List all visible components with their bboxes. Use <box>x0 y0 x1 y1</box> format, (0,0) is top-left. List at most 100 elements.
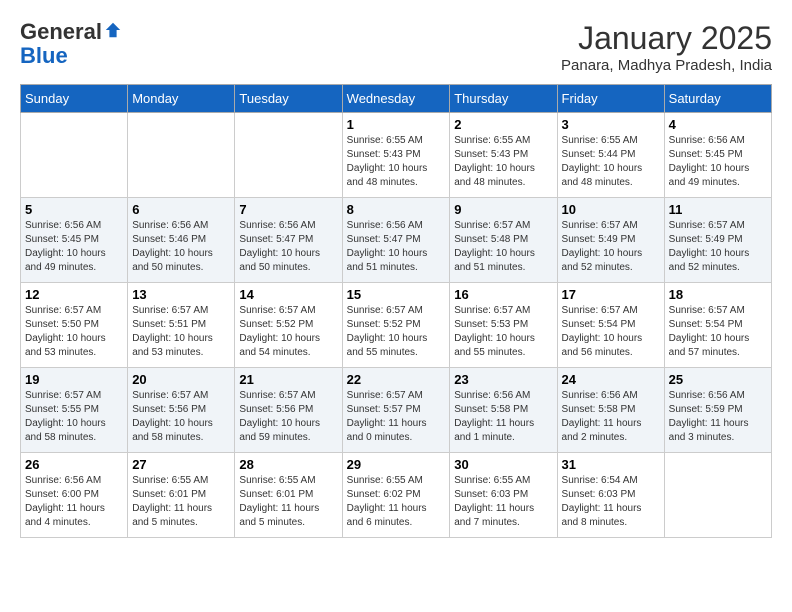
day-info: Sunrise: 6:57 AM Sunset: 5:57 PM Dayligh… <box>347 389 446 445</box>
logo-blue-text: Blue <box>20 43 68 68</box>
page-header: General Blue January 2025 Panara, Madhya… <box>20 20 772 74</box>
day-number: 13 <box>132 287 230 302</box>
day-info: Sunrise: 6:55 AM Sunset: 6:01 PM Dayligh… <box>132 474 230 530</box>
logo-general-text: General <box>20 19 102 44</box>
day-info: Sunrise: 6:57 AM Sunset: 5:52 PM Dayligh… <box>239 304 337 360</box>
day-number: 11 <box>669 202 767 217</box>
day-info: Sunrise: 6:56 AM Sunset: 5:47 PM Dayligh… <box>239 219 337 275</box>
calendar-cell: 16 Sunrise: 6:57 AM Sunset: 5:53 PM Dayli… <box>450 283 557 368</box>
day-info: Sunrise: 6:55 AM Sunset: 5:43 PM Dayligh… <box>347 134 446 190</box>
day-info: Sunrise: 6:55 AM Sunset: 5:43 PM Dayligh… <box>454 134 552 190</box>
calendar-cell: 21 Sunrise: 6:57 AM Sunset: 5:56 PM Dayli… <box>235 368 342 453</box>
day-info: Sunrise: 6:57 AM Sunset: 5:52 PM Dayligh… <box>347 304 446 360</box>
day-info: Sunrise: 6:57 AM Sunset: 5:54 PM Dayligh… <box>669 304 767 360</box>
day-info: Sunrise: 6:56 AM Sunset: 6:00 PM Dayligh… <box>25 474 123 530</box>
day-number: 4 <box>669 117 767 132</box>
day-info: Sunrise: 6:57 AM Sunset: 5:53 PM Dayligh… <box>454 304 552 360</box>
calendar-cell <box>664 453 771 538</box>
day-info: Sunrise: 6:56 AM Sunset: 5:46 PM Dayligh… <box>132 219 230 275</box>
day-number: 26 <box>25 457 123 472</box>
calendar-table: SundayMondayTuesdayWednesdayThursdayFrid… <box>20 84 772 538</box>
calendar-cell: 22 Sunrise: 6:57 AM Sunset: 5:57 PM Dayli… <box>342 368 450 453</box>
calendar-cell <box>235 113 342 198</box>
day-info: Sunrise: 6:57 AM Sunset: 5:56 PM Dayligh… <box>132 389 230 445</box>
logo: General Blue <box>20 20 122 68</box>
calendar-cell: 19 Sunrise: 6:57 AM Sunset: 5:55 PM Dayli… <box>21 368 128 453</box>
calendar-cell: 13 Sunrise: 6:57 AM Sunset: 5:51 PM Dayli… <box>128 283 235 368</box>
day-number: 21 <box>239 372 337 387</box>
calendar-cell: 25Sunrise: 6:56 AM Sunset: 5:59 PM Dayli… <box>664 368 771 453</box>
day-number: 22 <box>347 372 446 387</box>
weekday-header-monday: Monday <box>128 85 235 113</box>
calendar-cell: 30 Sunrise: 6:55 AM Sunset: 6:03 PM Dayli… <box>450 453 557 538</box>
calendar-cell: 5 Sunrise: 6:56 AM Sunset: 5:45 PM Daylig… <box>21 198 128 283</box>
calendar-cell: 26 Sunrise: 6:56 AM Sunset: 6:00 PM Dayli… <box>21 453 128 538</box>
day-info: Sunrise: 6:57 AM Sunset: 5:48 PM Dayligh… <box>454 219 552 275</box>
day-number: 27 <box>132 457 230 472</box>
day-number: 28 <box>239 457 337 472</box>
day-number: 12 <box>25 287 123 302</box>
day-number: 31 <box>562 457 660 472</box>
day-number: 23 <box>454 372 552 387</box>
calendar-cell <box>21 113 128 198</box>
calendar-week-row: 5 Sunrise: 6:56 AM Sunset: 5:45 PM Daylig… <box>21 198 772 283</box>
day-info: Sunrise: 6:54 AM Sunset: 6:03 PM Dayligh… <box>562 474 660 530</box>
weekday-header-saturday: Saturday <box>664 85 771 113</box>
day-info: Sunrise: 6:56 AM Sunset: 5:58 PM Dayligh… <box>454 389 552 445</box>
calendar-cell: 9 Sunrise: 6:57 AM Sunset: 5:48 PM Daylig… <box>450 198 557 283</box>
calendar-cell: 23 Sunrise: 6:56 AM Sunset: 5:58 PM Dayli… <box>450 368 557 453</box>
day-info: Sunrise: 6:55 AM Sunset: 6:02 PM Dayligh… <box>347 474 446 530</box>
calendar-cell: 31 Sunrise: 6:54 AM Sunset: 6:03 PM Dayli… <box>557 453 664 538</box>
calendar-cell: 10Sunrise: 6:57 AM Sunset: 5:49 PM Dayli… <box>557 198 664 283</box>
calendar-cell: 1 Sunrise: 6:55 AM Sunset: 5:43 PM Daylig… <box>342 113 450 198</box>
calendar-week-row: 12Sunrise: 6:57 AM Sunset: 5:50 PM Dayli… <box>21 283 772 368</box>
day-number: 16 <box>454 287 552 302</box>
calendar-week-row: 26 Sunrise: 6:56 AM Sunset: 6:00 PM Dayli… <box>21 453 772 538</box>
weekday-header-row: SundayMondayTuesdayWednesdayThursdayFrid… <box>21 85 772 113</box>
day-number: 14 <box>239 287 337 302</box>
weekday-header-sunday: Sunday <box>21 85 128 113</box>
day-number: 3 <box>562 117 660 132</box>
calendar-cell <box>128 113 235 198</box>
day-info: Sunrise: 6:55 AM Sunset: 5:44 PM Dayligh… <box>562 134 660 190</box>
weekday-header-friday: Friday <box>557 85 664 113</box>
day-info: Sunrise: 6:57 AM Sunset: 5:49 PM Dayligh… <box>562 219 660 275</box>
weekday-header-wednesday: Wednesday <box>342 85 450 113</box>
title-block: January 2025 Panara, Madhya Pradesh, Ind… <box>561 20 772 74</box>
calendar-cell: 12Sunrise: 6:57 AM Sunset: 5:50 PM Dayli… <box>21 283 128 368</box>
location: Panara, Madhya Pradesh, India <box>561 57 772 74</box>
day-number: 20 <box>132 372 230 387</box>
day-number: 30 <box>454 457 552 472</box>
calendar-cell: 8Sunrise: 6:56 AM Sunset: 5:47 PM Daylig… <box>342 198 450 283</box>
calendar-cell: 2Sunrise: 6:55 AM Sunset: 5:43 PM Daylig… <box>450 113 557 198</box>
day-number: 1 <box>347 117 446 132</box>
day-number: 15 <box>347 287 446 302</box>
day-number: 25 <box>669 372 767 387</box>
day-number: 19 <box>25 372 123 387</box>
day-info: Sunrise: 6:56 AM Sunset: 5:45 PM Dayligh… <box>25 219 123 275</box>
calendar-cell: 17Sunrise: 6:57 AM Sunset: 5:54 PM Dayli… <box>557 283 664 368</box>
day-info: Sunrise: 6:57 AM Sunset: 5:56 PM Dayligh… <box>239 389 337 445</box>
day-number: 29 <box>347 457 446 472</box>
calendar-cell: 3 Sunrise: 6:55 AM Sunset: 5:44 PM Daylig… <box>557 113 664 198</box>
day-info: Sunrise: 6:55 AM Sunset: 6:01 PM Dayligh… <box>239 474 337 530</box>
day-number: 24 <box>562 372 660 387</box>
day-number: 18 <box>669 287 767 302</box>
day-number: 5 <box>25 202 123 217</box>
logo-icon <box>104 21 122 39</box>
calendar-week-row: 19 Sunrise: 6:57 AM Sunset: 5:55 PM Dayli… <box>21 368 772 453</box>
calendar-cell: 6 Sunrise: 6:56 AM Sunset: 5:46 PM Daylig… <box>128 198 235 283</box>
day-info: Sunrise: 6:55 AM Sunset: 6:03 PM Dayligh… <box>454 474 552 530</box>
day-number: 7 <box>239 202 337 217</box>
day-info: Sunrise: 6:57 AM Sunset: 5:51 PM Dayligh… <box>132 304 230 360</box>
day-number: 6 <box>132 202 230 217</box>
weekday-header-thursday: Thursday <box>450 85 557 113</box>
calendar-cell: 27 Sunrise: 6:55 AM Sunset: 6:01 PM Dayli… <box>128 453 235 538</box>
day-info: Sunrise: 6:56 AM Sunset: 5:45 PM Dayligh… <box>669 134 767 190</box>
calendar-cell: 28 Sunrise: 6:55 AM Sunset: 6:01 PM Dayli… <box>235 453 342 538</box>
calendar-cell: 7 Sunrise: 6:56 AM Sunset: 5:47 PM Daylig… <box>235 198 342 283</box>
day-number: 9 <box>454 202 552 217</box>
day-info: Sunrise: 6:57 AM Sunset: 5:55 PM Dayligh… <box>25 389 123 445</box>
day-info: Sunrise: 6:56 AM Sunset: 5:58 PM Dayligh… <box>562 389 660 445</box>
calendar-cell: 11Sunrise: 6:57 AM Sunset: 5:49 PM Dayli… <box>664 198 771 283</box>
